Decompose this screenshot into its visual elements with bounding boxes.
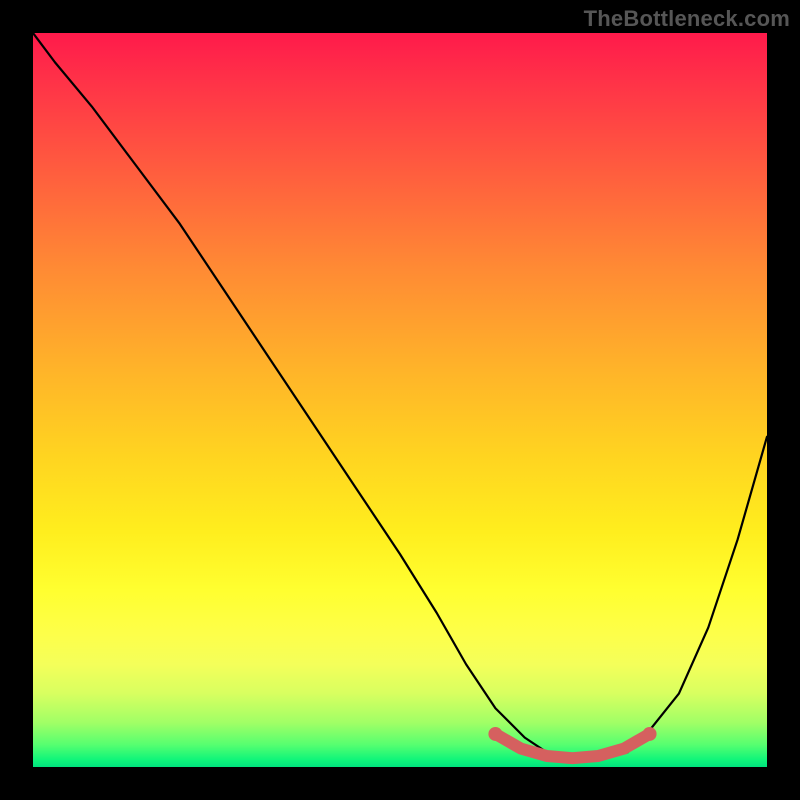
- chart-frame: TheBottleneck.com: [0, 0, 800, 800]
- watermark-text: TheBottleneck.com: [584, 6, 790, 32]
- plot-background-gradient: [33, 33, 767, 767]
